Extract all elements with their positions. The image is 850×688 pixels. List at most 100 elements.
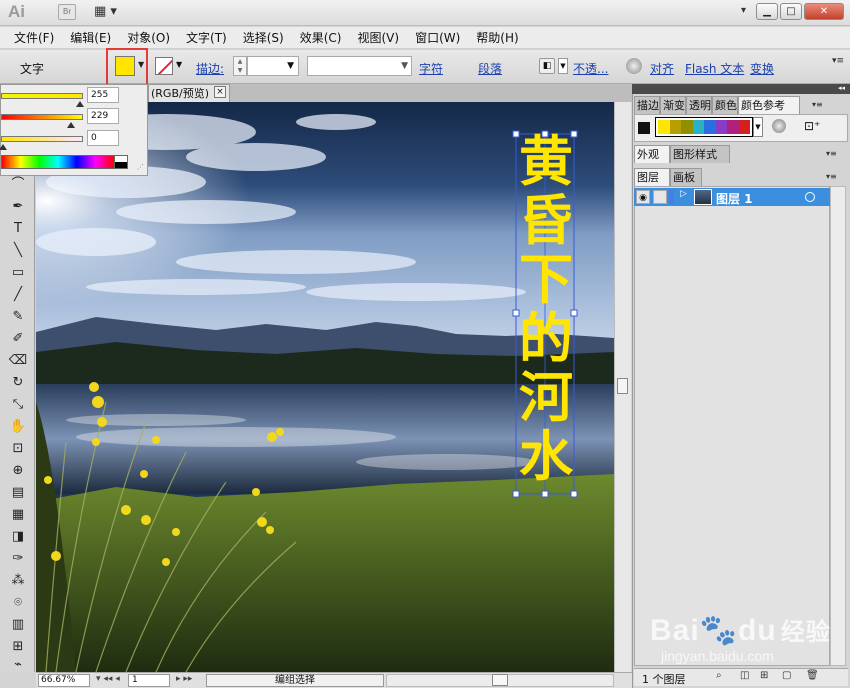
opacity-link[interactable]: 不透... (573, 60, 608, 77)
arrange-documents-icon[interactable]: ▦ ▾ (94, 4, 124, 20)
column-graph-tool-icon[interactable]: ▥ (8, 616, 28, 634)
stroke-width-select[interactable]: ▼ (247, 56, 299, 76)
fill-color-swatch[interactable] (115, 56, 135, 76)
lock-toggle[interactable] (653, 190, 667, 204)
blend-tool-icon[interactable]: ⁂ (8, 572, 28, 590)
clipping-mask-icon[interactable]: ◫ (740, 670, 749, 681)
canvas[interactable]: 黄 昏 下 的 河 水 (36, 102, 614, 672)
gradient-tool-icon[interactable]: ◨ (8, 528, 28, 546)
lasso-tool-icon[interactable]: ⌒ (8, 176, 28, 194)
base-color-swatch[interactable] (638, 122, 650, 134)
rectangle-tool-icon[interactable]: ▭ (8, 264, 28, 282)
vertical-scrollbar-thumb[interactable] (617, 378, 628, 394)
pen-tool-icon[interactable]: ✒ (8, 198, 28, 216)
flash-text-link[interactable]: Flash 文本 (685, 60, 744, 77)
menu-view[interactable]: 视图(V) (349, 27, 407, 49)
recolor-icon[interactable] (626, 58, 642, 74)
opacity-dropdown-icon[interactable]: ▼ (558, 58, 568, 74)
harmony-swatch[interactable] (738, 120, 750, 134)
stroke-link[interactable]: 描边: (196, 60, 224, 77)
pencil-tool-icon[interactable]: ✎ (8, 308, 28, 326)
zoom-field[interactable]: 66.67% (38, 674, 90, 687)
red-slider[interactable] (1, 93, 83, 99)
delete-layer-icon[interactable]: 🗑 (806, 670, 819, 681)
menu-help[interactable]: 帮助(H) (468, 27, 526, 49)
fill-dropdown-icon[interactable]: ▼ (138, 60, 144, 69)
tab-color-guide[interactable]: 颜色参考 (738, 96, 800, 114)
menu-file[interactable]: 文件(F) (6, 27, 62, 49)
panel-menu-icon[interactable]: ▾≡ (826, 168, 837, 186)
font-family-select[interactable]: ▼ (307, 56, 412, 76)
free-transform-tool-icon[interactable]: ⊡ (8, 440, 28, 458)
new-sublayer-icon[interactable]: ⊞ (760, 670, 768, 681)
horizontal-scrollbar-thumb[interactable] (492, 674, 508, 686)
tab-graphic-styles[interactable]: 图形样式 (670, 145, 730, 163)
paragraph-link[interactable]: 段落 (478, 60, 502, 77)
visibility-eye-icon[interactable]: ◉ (636, 190, 650, 204)
harmony-dropdown-icon[interactable]: ▼ (753, 117, 763, 137)
blue-slider[interactable] (1, 136, 83, 142)
expand-triangle-icon[interactable]: ▷ (680, 189, 687, 199)
symbol-sprayer-tool-icon[interactable]: ⌾ (8, 594, 28, 612)
red-value-field[interactable]: 255 (87, 87, 119, 103)
menu-object[interactable]: 对象(O) (119, 27, 178, 49)
harmony-swatch[interactable] (704, 120, 716, 134)
eraser-tool-icon[interactable]: ⌫ (8, 352, 28, 370)
type-tool-icon[interactable]: T (8, 220, 28, 238)
harmony-swatch[interactable] (681, 120, 693, 134)
harmony-swatch[interactable] (715, 120, 727, 134)
black-white-swatch[interactable] (114, 155, 128, 169)
artboard-tool-icon[interactable]: ⊞ (8, 638, 28, 656)
panel-menu-icon[interactable]: ▾≡ (826, 145, 837, 163)
layer-name[interactable]: 图层 1 (716, 190, 753, 207)
edit-colors-icon[interactable] (772, 119, 786, 133)
status-selection-field[interactable]: 编组选择 (206, 674, 384, 687)
workspace-dropdown[interactable]: ▾ (741, 5, 746, 16)
harmony-swatch[interactable] (727, 120, 739, 134)
new-swatch-group-icon[interactable]: ⊡⁺ (804, 119, 820, 133)
harmony-swatch[interactable] (669, 120, 681, 134)
menu-effect[interactable]: 效果(C) (292, 27, 350, 49)
blue-value-field[interactable]: 0 (87, 130, 119, 146)
locate-object-icon[interactable]: ⌕ (716, 670, 722, 681)
stroke-none-swatch[interactable] (155, 57, 173, 75)
minimize-icon[interactable]: ▁ (756, 3, 778, 20)
character-link[interactable]: 字符 (419, 60, 443, 77)
tab-color[interactable]: 颜色 (712, 96, 738, 114)
green-slider-thumb[interactable] (67, 122, 75, 128)
page-field[interactable]: 1 (128, 674, 170, 687)
warp-tool-icon[interactable]: ✋ (8, 418, 28, 436)
stroke-dropdown-icon[interactable]: ▼ (176, 60, 182, 69)
line-tool-icon[interactable]: ╲ (8, 242, 28, 260)
tab-stroke[interactable]: 描边 (634, 96, 660, 114)
paintbrush-tool-icon[interactable]: ╱ (8, 286, 28, 304)
shape-builder-tool-icon[interactable]: ⊕ (8, 462, 28, 480)
harmony-swatch[interactable] (692, 120, 704, 134)
collapse-panels-icon[interactable]: ◂◂ (838, 84, 845, 92)
stroke-spinner-icon[interactable]: ▲ ▼ (233, 56, 247, 76)
slice-tool-icon[interactable]: ⌁ (8, 656, 28, 674)
scale-tool-icon[interactable]: ⤡ (8, 396, 28, 414)
blue-slider-thumb[interactable] (0, 144, 7, 150)
perspective-grid-tool-icon[interactable]: ▤ (8, 484, 28, 502)
control-bar-menu-icon[interactable]: ▾≡ (832, 56, 844, 66)
layers-scrollbar[interactable] (830, 186, 846, 666)
panel-resize-icon[interactable]: ⋰ (137, 163, 144, 171)
bridge-button[interactable]: Br (58, 4, 76, 20)
layer-target-icon[interactable] (805, 192, 815, 202)
mesh-tool-icon[interactable]: ▦ (8, 506, 28, 524)
close-icon[interactable]: ✕ (804, 3, 844, 20)
transform-link[interactable]: 变换 (750, 60, 774, 77)
rotate-tool-icon[interactable]: ↻ (8, 374, 28, 392)
red-slider-thumb[interactable] (76, 101, 84, 107)
eyedropper-tool-icon[interactable]: ✑ (8, 550, 28, 568)
blob-brush-tool-icon[interactable]: ✐ (8, 330, 28, 348)
tab-gradient[interactable]: 渐变 (660, 96, 686, 114)
vertical-text-block[interactable]: 黄 昏 下 的 河 水 (515, 132, 577, 486)
tab-transparency[interactable]: 透明 (686, 96, 712, 114)
harmony-swatch[interactable] (658, 120, 670, 134)
page-next-last-icon[interactable]: ▸ ▸▸ (176, 674, 192, 684)
align-link[interactable]: 对齐 (650, 60, 674, 77)
tab-artboards[interactable]: 画板 (670, 168, 702, 186)
page-first-prev-icon[interactable]: ▾ ◂◂ ◂ (96, 674, 120, 684)
